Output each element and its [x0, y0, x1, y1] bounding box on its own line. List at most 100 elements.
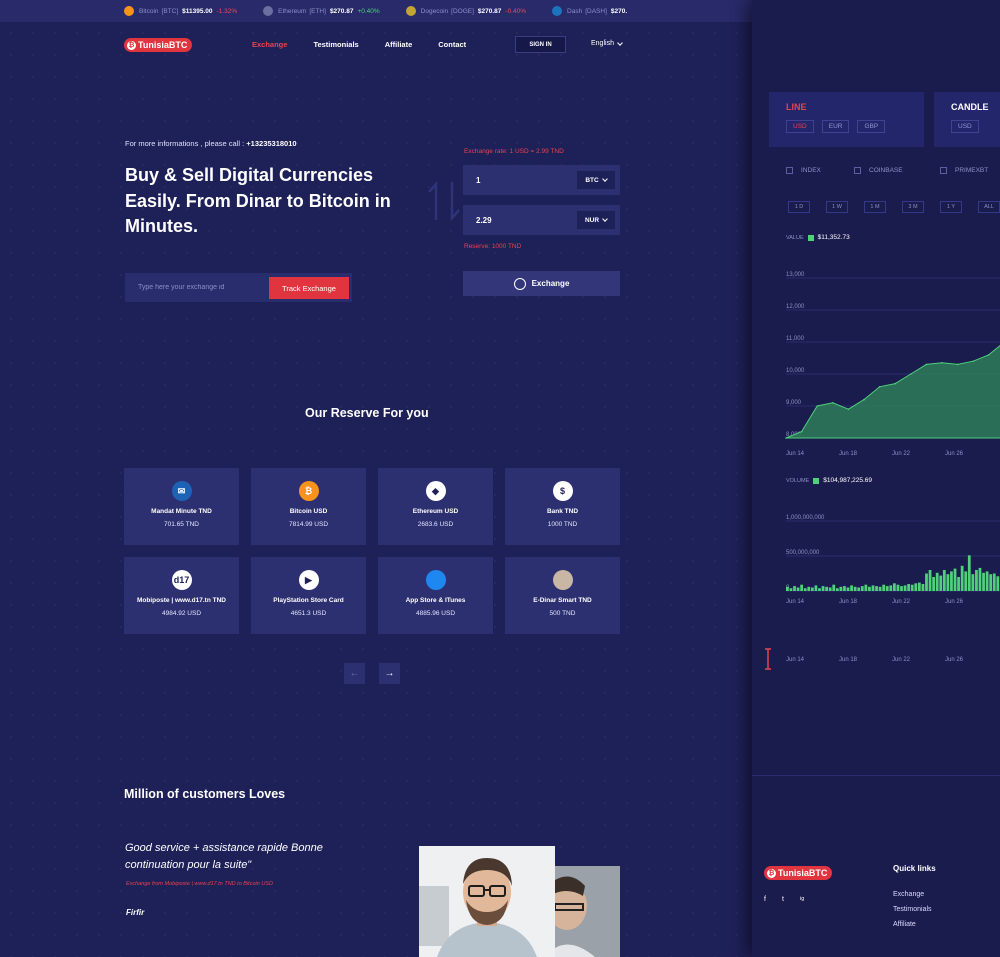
- range-1d[interactable]: 1 D: [788, 201, 810, 213]
- phone-number[interactable]: +13235318010: [246, 139, 296, 148]
- instagram-icon[interactable]: ig: [800, 896, 804, 902]
- volume-bar: [882, 584, 886, 591]
- source-primexbt[interactable]: PRIMEXBT: [940, 167, 988, 174]
- volume-swatch: [813, 477, 820, 484]
- source-label: COINBASE: [869, 167, 903, 174]
- volume-bar: [953, 568, 957, 591]
- value-label: VALUE: [786, 234, 804, 241]
- brand-logo[interactable]: ₿ TunisiaBTC: [124, 38, 193, 52]
- bitcoin-icon: ₿: [298, 481, 319, 501]
- range-3m[interactable]: 3 M: [902, 201, 924, 213]
- send-amount-field[interactable]: 1 BTC: [463, 165, 620, 195]
- y-tick-label: 12,000: [786, 304, 805, 310]
- checkbox[interactable]: [854, 167, 861, 174]
- footer-logo[interactable]: ₿ TunisiaBTC: [764, 866, 833, 880]
- line-mode-title[interactable]: LINE: [786, 102, 807, 112]
- volume-bar: [989, 574, 993, 591]
- currency-pill-usd[interactable]: USD: [786, 120, 814, 133]
- reserve-card[interactable]: $ Bank TND 1000 TND: [505, 468, 620, 545]
- price-point: [972, 360, 974, 362]
- reserve-card[interactable]: ▶ PlayStation Store Card 4651.3 USD: [251, 557, 366, 634]
- source-coinbase[interactable]: COINBASE: [854, 167, 903, 174]
- ticker-item[interactable]: Bitcoin [BTC] $11395.00 -1.32%: [124, 6, 237, 16]
- volume-bar: [821, 586, 825, 591]
- track-exchange-button[interactable]: Track Exchange: [269, 277, 349, 299]
- range-all[interactable]: ALL: [978, 201, 1000, 213]
- candle-mode-title[interactable]: CANDLE: [951, 102, 989, 112]
- volume-bar: [889, 585, 893, 591]
- range-1w[interactable]: 1 W: [826, 201, 848, 213]
- send-currency-select[interactable]: BTC: [577, 171, 615, 189]
- volume-chart[interactable]: 1,000,000,000500,000,0000Jun 14Jun 14Jun…: [752, 505, 1000, 670]
- currency-pill-usd[interactable]: USD: [951, 120, 979, 133]
- volume-bar: [807, 586, 811, 591]
- range-1m[interactable]: 1 M: [864, 201, 886, 213]
- checkbox[interactable]: [940, 167, 947, 174]
- volume-bar: [818, 588, 821, 591]
- reserve-amount: 1000 TND: [547, 521, 578, 528]
- x-tick-label: Jun 26: [945, 657, 964, 663]
- reserve-card[interactable]: E-Dinar Smart TND 500 TND: [505, 557, 620, 634]
- nav-testimonials[interactable]: Testimonials: [313, 40, 358, 49]
- bitcoin-icon: ₿: [127, 40, 136, 50]
- reserve-card[interactable]: ₿ Bitcoin USD 7814.99 USD: [251, 468, 366, 545]
- ticker-item[interactable]: Dogecoin [DOGE] $270.87 -0.40%: [405, 6, 527, 16]
- quick-link-affiliate[interactable]: Affiliate: [893, 921, 916, 928]
- candle-currency-pills: USD: [951, 120, 979, 133]
- quick-link-testimonials[interactable]: Testimonials: [893, 906, 932, 913]
- volume-bar: [928, 570, 932, 591]
- y-tick-label: 1,000,000,000: [786, 515, 825, 521]
- send-currency-label: BTC: [585, 176, 599, 184]
- nav-exchange[interactable]: Exchange: [252, 40, 287, 49]
- ticker-item[interactable]: Dash [DASH] $270.: [552, 6, 631, 16]
- receive-currency-select[interactable]: NUR: [577, 211, 615, 229]
- twitter-icon[interactable]: t: [782, 896, 784, 903]
- reserve-card[interactable]: ◆ Ethereum USD 2683.6 USD: [378, 468, 493, 545]
- volume-bar: [939, 575, 943, 591]
- customer-photo[interactable]: [419, 846, 555, 957]
- ticker-change: -0.40%: [505, 7, 527, 15]
- language-select[interactable]: English: [591, 39, 623, 47]
- volume-bar: [925, 573, 928, 591]
- receive-amount-field[interactable]: 2.29 NUR: [463, 205, 620, 235]
- ticker-code: [DASH]: [585, 7, 607, 15]
- quick-link-exchange[interactable]: Exchange: [893, 891, 924, 898]
- customer-photo-secondary[interactable]: [555, 866, 620, 957]
- reserve-name: PlayStation Store Card: [273, 597, 344, 604]
- person-photo-icon: [555, 866, 620, 957]
- source-index[interactable]: INDEX: [786, 167, 821, 174]
- reserve-card[interactable]: ✉ Mandat Minute TND 701.65 TND: [124, 468, 239, 545]
- next-page-button[interactable]: →: [379, 663, 400, 684]
- volume-bar: [864, 584, 868, 591]
- nav-affiliate[interactable]: Affiliate: [385, 40, 413, 49]
- receive-amount[interactable]: 2.29: [463, 216, 577, 225]
- volume-bar: [903, 585, 907, 591]
- swap-arrows-icon[interactable]: [426, 180, 460, 222]
- send-amount[interactable]: 1: [463, 176, 577, 185]
- x-tick-label: Jun 18: [839, 657, 858, 663]
- candle-mode-panel[interactable]: CANDLE USD: [934, 92, 1000, 147]
- facebook-icon[interactable]: f: [764, 896, 766, 903]
- signin-button[interactable]: SIGN IN: [515, 36, 566, 53]
- text-cursor-icon: [765, 648, 771, 670]
- volume-bar: [878, 586, 882, 591]
- volume-bar: [917, 582, 921, 591]
- reserve-card[interactable]: App Store & ITunes 4885.96 USD: [378, 557, 493, 634]
- currency-pill-eur[interactable]: EUR: [821, 120, 850, 133]
- currency-pill-gbp[interactable]: GBP: [857, 120, 886, 133]
- reserve-card[interactable]: d17 Mobiposte | www.d17.tn TND 4984.92 USD: [124, 557, 239, 634]
- range-1y[interactable]: 1 Y: [940, 201, 962, 213]
- prev-page-button[interactable]: ←: [344, 663, 365, 684]
- line-mode-panel[interactable]: LINE USD EUR GBP: [769, 92, 924, 147]
- ticker-item[interactable]: Ethereum [ETH] $270.87 +0.40%: [263, 6, 380, 16]
- price-point: [832, 402, 834, 404]
- price-chart[interactable]: 13,00012,00011,00010,0009,0008,000Jun 14…: [752, 255, 1000, 465]
- line-currency-pills: USD EUR GBP: [786, 120, 886, 133]
- exchange-id-input[interactable]: [125, 284, 268, 291]
- checkbox[interactable]: [786, 167, 793, 174]
- nav-contact[interactable]: Contact: [438, 40, 466, 49]
- volume-bar: [982, 572, 985, 591]
- volume-legend: VOLUME $104,987,225.69: [786, 477, 872, 484]
- exchange-button[interactable]: Exchange: [463, 271, 620, 296]
- volume-bar: [850, 585, 853, 591]
